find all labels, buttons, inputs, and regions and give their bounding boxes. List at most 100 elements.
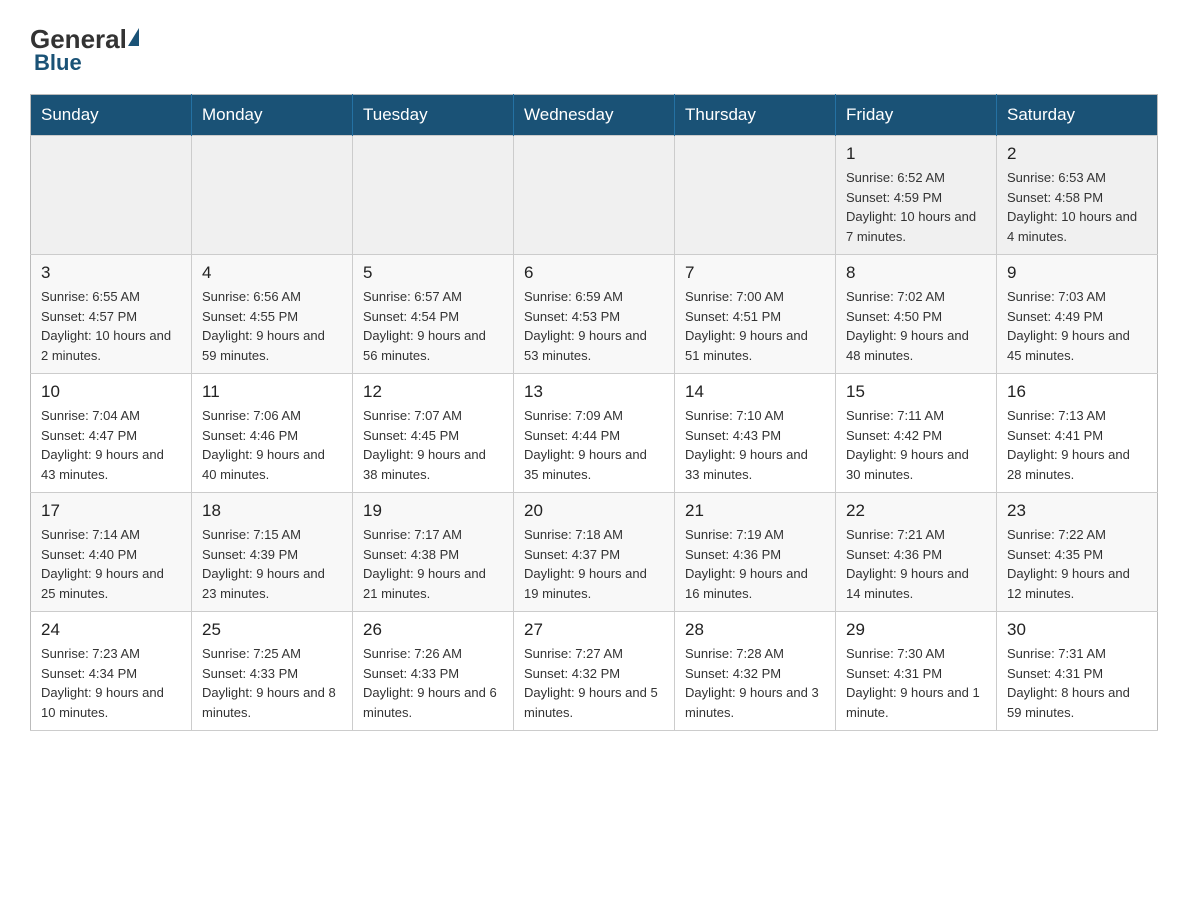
table-row xyxy=(675,136,836,255)
day-number: 19 xyxy=(363,501,503,521)
day-number: 8 xyxy=(846,263,986,283)
day-number: 7 xyxy=(685,263,825,283)
table-row: 12Sunrise: 7:07 AMSunset: 4:45 PMDayligh… xyxy=(353,374,514,493)
table-row: 23 Sunrise: 7:22 AMSunset: 4:35 PMDayligh… xyxy=(997,493,1158,612)
day-number: 15 xyxy=(846,382,986,402)
day-number: 13 xyxy=(524,382,664,402)
col-wednesday: Wednesday xyxy=(514,95,675,136)
day-info: Sunrise: 7:28 AMSunset: 4:32 PMDaylight:… xyxy=(685,644,825,722)
day-number: 22 xyxy=(846,501,986,521)
day-info: Sunrise: 7:25 AMSunset: 4:33 PMDaylight:… xyxy=(202,644,342,722)
day-number: 18 xyxy=(202,501,342,521)
day-info: Sunrise: 7:21 AMSunset: 4:36 PMDaylight:… xyxy=(846,525,986,603)
day-number: 11 xyxy=(202,382,342,402)
day-info: Sunrise: 6:52 AMSunset: 4:59 PMDaylight:… xyxy=(846,168,986,246)
day-number: 20 xyxy=(524,501,664,521)
day-number: 28 xyxy=(685,620,825,640)
table-row: 17Sunrise: 7:14 AMSunset: 4:40 PMDayligh… xyxy=(31,493,192,612)
col-thursday: Thursday xyxy=(675,95,836,136)
day-number: 14 xyxy=(685,382,825,402)
day-info: Sunrise: 7:19 AMSunset: 4:36 PMDaylight:… xyxy=(685,525,825,603)
table-row: 26 Sunrise: 7:26 AMSunset: 4:33 PMDayligh… xyxy=(353,612,514,731)
calendar-week-row: 17Sunrise: 7:14 AMSunset: 4:40 PMDayligh… xyxy=(31,493,1158,612)
table-row xyxy=(353,136,514,255)
logo: General Blue xyxy=(30,20,141,76)
calendar-week-row: 3Sunrise: 6:55 AMSunset: 4:57 PMDaylight… xyxy=(31,255,1158,374)
day-number: 29 xyxy=(846,620,986,640)
day-info: Sunrise: 7:31 AMSunset: 4:31 PMDaylight:… xyxy=(1007,644,1147,722)
table-row: 30 Sunrise: 7:31 AMSunset: 4:31 PMDayligh… xyxy=(997,612,1158,731)
calendar-week-row: 24Sunrise: 7:23 AMSunset: 4:34 PMDayligh… xyxy=(31,612,1158,731)
table-row: 22 Sunrise: 7:21 AMSunset: 4:36 PMDayligh… xyxy=(836,493,997,612)
table-row: 24Sunrise: 7:23 AMSunset: 4:34 PMDayligh… xyxy=(31,612,192,731)
table-row: 14 Sunrise: 7:10 AMSunset: 4:43 PMDayligh… xyxy=(675,374,836,493)
table-row: 21Sunrise: 7:19 AMSunset: 4:36 PMDayligh… xyxy=(675,493,836,612)
table-row: 20 Sunrise: 7:18 AMSunset: 4:37 PMDayligh… xyxy=(514,493,675,612)
day-info: Sunrise: 7:13 AMSunset: 4:41 PMDaylight:… xyxy=(1007,406,1147,484)
table-row: 10Sunrise: 7:04 AMSunset: 4:47 PMDayligh… xyxy=(31,374,192,493)
day-info: Sunrise: 7:15 AMSunset: 4:39 PMDaylight:… xyxy=(202,525,342,603)
col-saturday: Saturday xyxy=(997,95,1158,136)
day-info: Sunrise: 7:18 AMSunset: 4:37 PMDaylight:… xyxy=(524,525,664,603)
day-info: Sunrise: 7:11 AMSunset: 4:42 PMDaylight:… xyxy=(846,406,986,484)
day-number: 2 xyxy=(1007,144,1147,164)
day-info: Sunrise: 6:56 AMSunset: 4:55 PMDaylight:… xyxy=(202,287,342,365)
day-info: Sunrise: 7:09 AMSunset: 4:44 PMDaylight:… xyxy=(524,406,664,484)
day-number: 10 xyxy=(41,382,181,402)
day-number: 26 xyxy=(363,620,503,640)
logo-blue-text: Blue xyxy=(34,50,82,75)
day-info: Sunrise: 7:17 AMSunset: 4:38 PMDaylight:… xyxy=(363,525,503,603)
table-row: 16 Sunrise: 7:13 AMSunset: 4:41 PMDayligh… xyxy=(997,374,1158,493)
day-number: 9 xyxy=(1007,263,1147,283)
day-number: 6 xyxy=(524,263,664,283)
table-row: 5 Sunrise: 6:57 AMSunset: 4:54 PMDaylight… xyxy=(353,255,514,374)
calendar-table: Sunday Monday Tuesday Wednesday Thursday… xyxy=(30,94,1158,731)
col-tuesday: Tuesday xyxy=(353,95,514,136)
day-info: Sunrise: 7:06 AMSunset: 4:46 PMDaylight:… xyxy=(202,406,342,484)
day-number: 12 xyxy=(363,382,503,402)
day-number: 30 xyxy=(1007,620,1147,640)
col-sunday: Sunday xyxy=(31,95,192,136)
day-number: 23 xyxy=(1007,501,1147,521)
day-number: 5 xyxy=(363,263,503,283)
day-info: Sunrise: 7:27 AMSunset: 4:32 PMDaylight:… xyxy=(524,644,664,722)
table-row: 19 Sunrise: 7:17 AMSunset: 4:38 PMDayligh… xyxy=(353,493,514,612)
day-info: Sunrise: 6:57 AMSunset: 4:54 PMDaylight:… xyxy=(363,287,503,365)
logo-triangle-icon xyxy=(128,28,139,46)
col-friday: Friday xyxy=(836,95,997,136)
day-info: Sunrise: 7:10 AMSunset: 4:43 PMDaylight:… xyxy=(685,406,825,484)
table-row: 13 Sunrise: 7:09 AMSunset: 4:44 PMDayligh… xyxy=(514,374,675,493)
logo-general-text: General xyxy=(30,26,127,52)
day-number: 4 xyxy=(202,263,342,283)
table-row: 28 Sunrise: 7:28 AMSunset: 4:32 PMDayligh… xyxy=(675,612,836,731)
day-info: Sunrise: 6:53 AMSunset: 4:58 PMDaylight:… xyxy=(1007,168,1147,246)
page-header: General Blue xyxy=(30,20,1158,76)
day-number: 24 xyxy=(41,620,181,640)
day-number: 16 xyxy=(1007,382,1147,402)
day-number: 25 xyxy=(202,620,342,640)
day-info: Sunrise: 7:00 AMSunset: 4:51 PMDaylight:… xyxy=(685,287,825,365)
day-info: Sunrise: 7:03 AMSunset: 4:49 PMDaylight:… xyxy=(1007,287,1147,365)
table-row: 18 Sunrise: 7:15 AMSunset: 4:39 PMDayligh… xyxy=(192,493,353,612)
table-row: 27 Sunrise: 7:27 AMSunset: 4:32 PMDayligh… xyxy=(514,612,675,731)
col-monday: Monday xyxy=(192,95,353,136)
day-info: Sunrise: 7:30 AMSunset: 4:31 PMDaylight:… xyxy=(846,644,986,722)
day-info: Sunrise: 7:26 AMSunset: 4:33 PMDaylight:… xyxy=(363,644,503,722)
day-info: Sunrise: 6:55 AMSunset: 4:57 PMDaylight:… xyxy=(41,287,181,365)
table-row: 4 Sunrise: 6:56 AMSunset: 4:55 PMDaylight… xyxy=(192,255,353,374)
table-row: 29 Sunrise: 7:30 AMSunset: 4:31 PMDayligh… xyxy=(836,612,997,731)
table-row xyxy=(514,136,675,255)
table-row: 3Sunrise: 6:55 AMSunset: 4:57 PMDaylight… xyxy=(31,255,192,374)
table-row: 6Sunrise: 6:59 AMSunset: 4:53 PMDaylight… xyxy=(514,255,675,374)
table-row xyxy=(31,136,192,255)
calendar-header-row: Sunday Monday Tuesday Wednesday Thursday… xyxy=(31,95,1158,136)
table-row: 2 Sunrise: 6:53 AMSunset: 4:58 PMDaylight… xyxy=(997,136,1158,255)
table-row: 25 Sunrise: 7:25 AMSunset: 4:33 PMDayligh… xyxy=(192,612,353,731)
table-row: 8 Sunrise: 7:02 AMSunset: 4:50 PMDaylight… xyxy=(836,255,997,374)
day-info: Sunrise: 7:02 AMSunset: 4:50 PMDaylight:… xyxy=(846,287,986,365)
day-number: 17 xyxy=(41,501,181,521)
table-row: 11 Sunrise: 7:06 AMSunset: 4:46 PMDayligh… xyxy=(192,374,353,493)
day-number: 27 xyxy=(524,620,664,640)
day-number: 1 xyxy=(846,144,986,164)
day-info: Sunrise: 7:22 AMSunset: 4:35 PMDaylight:… xyxy=(1007,525,1147,603)
